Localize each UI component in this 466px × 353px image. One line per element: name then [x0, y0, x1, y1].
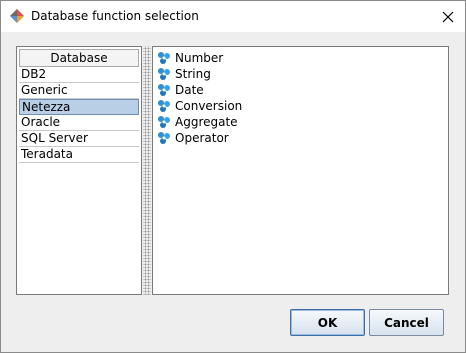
cancel-button[interactable]: Cancel — [369, 309, 444, 336]
database-item-teradata[interactable]: Teradata — [19, 147, 139, 163]
app-logo-icon — [10, 9, 24, 23]
dialog-window: Database function selection Database DB2… — [0, 0, 466, 353]
ok-button[interactable]: OK — [290, 309, 365, 336]
gear-cluster-icon — [158, 132, 170, 144]
close-button[interactable] — [433, 3, 463, 30]
tree-item-label: Operator — [175, 131, 229, 145]
gear-cluster-icon — [158, 84, 170, 96]
database-item-generic[interactable]: Generic — [19, 83, 139, 99]
window-title: Database function selection — [31, 9, 199, 23]
database-list-panel[interactable]: Database DB2 Generic Netezza Oracle SQL … — [16, 46, 142, 295]
gear-cluster-icon — [158, 100, 170, 112]
tree-item-label: String — [175, 67, 211, 81]
tree-item-date[interactable]: Date — [157, 82, 204, 98]
database-item-sql-server[interactable]: SQL Server — [19, 131, 139, 147]
tree-item-label: Number — [175, 51, 224, 65]
tree-item-aggregate[interactable]: Aggregate — [157, 114, 238, 130]
gear-cluster-icon — [158, 52, 170, 64]
tree-item-string[interactable]: String — [157, 66, 211, 82]
tree-item-number[interactable]: Number — [157, 50, 223, 66]
tree-item-label: Date — [175, 83, 204, 97]
database-list: DB2 Generic Netezza Oracle SQL Server Te… — [19, 67, 139, 163]
title-bar: Database function selection — [1, 1, 465, 32]
gear-cluster-icon — [158, 68, 170, 80]
split-pane-divider[interactable] — [143, 46, 151, 295]
close-icon — [442, 11, 454, 22]
tree-item-operator[interactable]: Operator — [157, 130, 229, 146]
gear-cluster-icon — [158, 116, 170, 128]
database-item-netezza[interactable]: Netezza — [19, 99, 139, 115]
tree-item-label: Conversion — [175, 99, 243, 113]
tree-item-label: Aggregate — [175, 115, 238, 129]
function-tree-panel: Number String Date Conversion Aggregate — [152, 46, 449, 295]
database-item-oracle[interactable]: Oracle — [19, 115, 139, 131]
tree-item-conversion[interactable]: Conversion — [157, 98, 242, 114]
database-column-header[interactable]: Database — [19, 49, 139, 67]
database-item-db2[interactable]: DB2 — [19, 67, 139, 83]
